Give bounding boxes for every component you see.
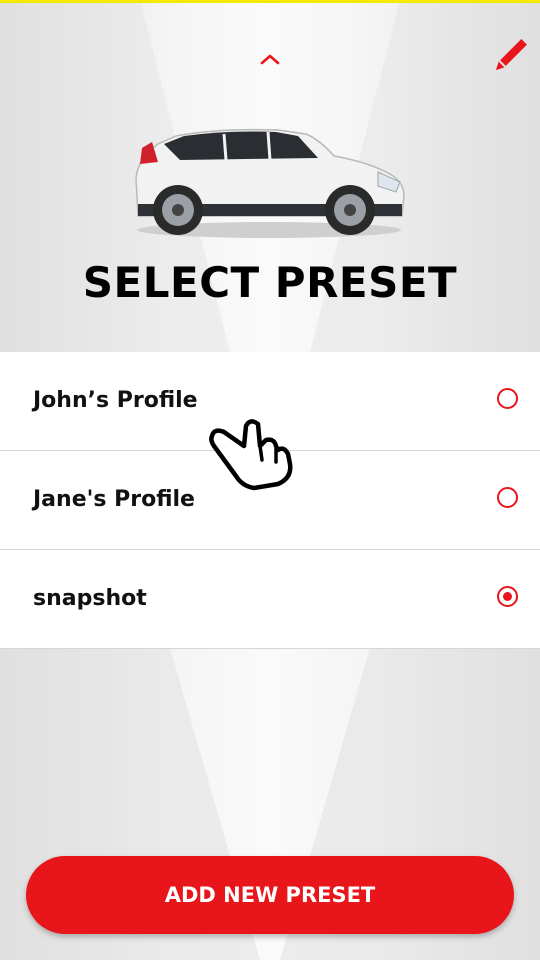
preset-label: Jane's Profile [33,487,195,512]
preset-item-janes-profile[interactable]: Jane's Profile [0,451,540,550]
preset-item-johns-profile[interactable]: John’s Profile [0,352,540,451]
chevron-up-icon [260,54,280,65]
add-new-preset-button[interactable]: ADD NEW PRESET [26,856,514,934]
preset-list: John’s Profile Jane's Profile snapshot [0,352,540,649]
radio-button-unselected[interactable] [497,388,518,409]
radio-button-selected[interactable] [497,586,518,607]
radio-button-unselected[interactable] [497,487,518,508]
preset-item-snapshot[interactable]: snapshot [0,550,540,649]
preset-label: John’s Profile [33,388,198,413]
radio-selected-dot [503,592,512,601]
preset-label: snapshot [33,586,147,611]
page-title: SELECT PRESET [82,258,458,307]
pencil-icon [495,39,527,71]
top-accent-bar [0,0,540,3]
edit-button[interactable] [488,34,532,78]
collapse-button[interactable] [252,44,288,74]
car-image [128,118,410,246]
